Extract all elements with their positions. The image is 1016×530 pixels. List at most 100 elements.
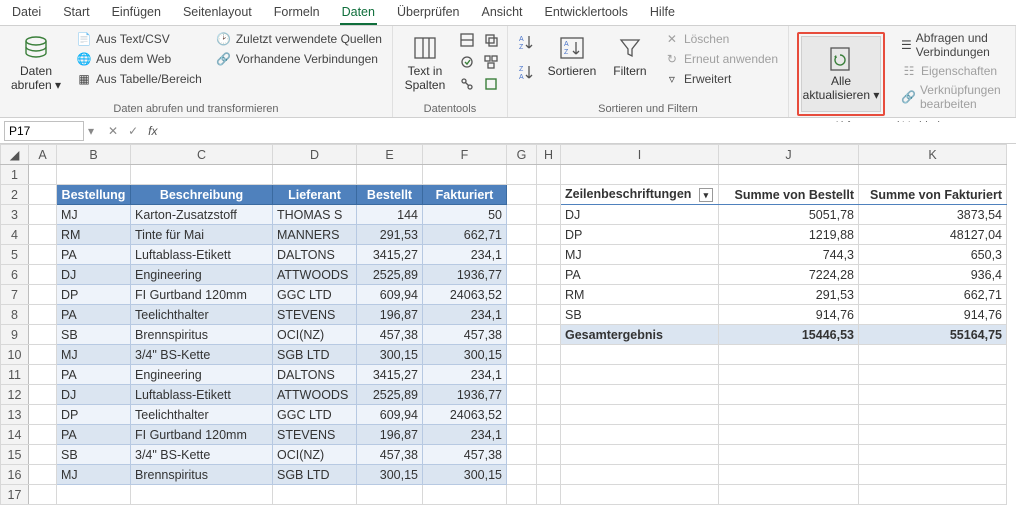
row-header-17[interactable]: 17 (1, 485, 29, 505)
cell-F11[interactable]: 234,1 (423, 365, 507, 385)
cell-K4[interactable]: 48127,04 (859, 225, 1007, 245)
row-header-10[interactable]: 10 (1, 345, 29, 365)
cell-E3[interactable]: 144 (357, 205, 423, 225)
cell-F6[interactable]: 1936,77 (423, 265, 507, 285)
cell-I16[interactable] (561, 465, 719, 485)
cell-K15[interactable] (859, 445, 1007, 465)
col-header-G[interactable]: G (507, 145, 537, 165)
col-header-K[interactable]: K (859, 145, 1007, 165)
cell-C13[interactable]: Teelichthalter (131, 405, 273, 425)
cell-A15[interactable] (29, 445, 57, 465)
cell-F16[interactable]: 300,15 (423, 465, 507, 485)
select-all-corner[interactable]: ◢ (1, 145, 29, 165)
cell-F3[interactable]: 50 (423, 205, 507, 225)
cell-D16[interactable]: SGB LTD (273, 465, 357, 485)
cell-C16[interactable]: Brennspiritus (131, 465, 273, 485)
col-header-H[interactable]: H (537, 145, 561, 165)
get-data-button[interactable]: Daten abrufen ▾ (6, 30, 66, 98)
cell-C2[interactable]: Beschreibung (131, 185, 273, 205)
formula-input[interactable] (167, 122, 1016, 140)
name-box-dropdown[interactable]: ▾ (84, 124, 98, 138)
cell-G2[interactable] (507, 185, 537, 205)
cell-G16[interactable] (507, 465, 537, 485)
cell-G9[interactable] (507, 325, 537, 345)
cell-K2[interactable]: Summe von Fakturiert (859, 185, 1007, 205)
cell-G1[interactable] (507, 165, 537, 185)
col-header-I[interactable]: I (561, 145, 719, 165)
cell-H7[interactable] (537, 285, 561, 305)
cell-A6[interactable] (29, 265, 57, 285)
text-to-columns-button[interactable]: Text in Spalten (399, 30, 451, 98)
cell-I8[interactable]: SB (561, 305, 719, 325)
cell-J9[interactable]: 15446,53 (719, 325, 859, 345)
cell-H10[interactable] (537, 345, 561, 365)
cell-H8[interactable] (537, 305, 561, 325)
cell-E11[interactable]: 3415,27 (357, 365, 423, 385)
row-header-16[interactable]: 16 (1, 465, 29, 485)
row-header-7[interactable]: 7 (1, 285, 29, 305)
from-textcsv-button[interactable]: 📄Aus Text/CSV (72, 30, 206, 48)
relationships-button[interactable] (457, 74, 477, 94)
cell-J11[interactable] (719, 365, 859, 385)
cell-J4[interactable]: 1219,88 (719, 225, 859, 245)
cell-K10[interactable] (859, 345, 1007, 365)
cell-E9[interactable]: 457,38 (357, 325, 423, 345)
cell-B9[interactable]: SB (57, 325, 131, 345)
cell-D15[interactable]: OCI(NZ) (273, 445, 357, 465)
cell-D14[interactable]: STEVENS (273, 425, 357, 445)
queries-connections-button[interactable]: ☰Abfragen und Verbindungen (897, 30, 1009, 60)
cell-B14[interactable]: PA (57, 425, 131, 445)
cell-E4[interactable]: 291,53 (357, 225, 423, 245)
cell-D17[interactable] (273, 485, 357, 505)
cell-C5[interactable]: Luftablass-Etikett (131, 245, 273, 265)
cell-J14[interactable] (719, 425, 859, 445)
cell-A13[interactable] (29, 405, 57, 425)
cell-H1[interactable] (537, 165, 561, 185)
cell-I11[interactable] (561, 365, 719, 385)
col-header-J[interactable]: J (719, 145, 859, 165)
cell-I1[interactable] (561, 165, 719, 185)
cell-C11[interactable]: Engineering (131, 365, 273, 385)
cell-E17[interactable] (357, 485, 423, 505)
cell-D5[interactable]: DALTONS (273, 245, 357, 265)
cell-D2[interactable]: Lieferant (273, 185, 357, 205)
cell-F8[interactable]: 234,1 (423, 305, 507, 325)
cell-J12[interactable] (719, 385, 859, 405)
cell-G13[interactable] (507, 405, 537, 425)
consolidate-button[interactable] (481, 52, 501, 72)
cell-D6[interactable]: ATTWOODS (273, 265, 357, 285)
cell-F2[interactable]: Fakturiert (423, 185, 507, 205)
cell-H4[interactable] (537, 225, 561, 245)
cell-K13[interactable] (859, 405, 1007, 425)
row-header-2[interactable]: 2 (1, 185, 29, 205)
cell-F4[interactable]: 662,71 (423, 225, 507, 245)
recent-sources-button[interactable]: 🕑Zuletzt verwendete Quellen (212, 30, 386, 48)
row-header-9[interactable]: 9 (1, 325, 29, 345)
tab-hilfe[interactable]: Hilfe (648, 3, 677, 25)
cell-I7[interactable]: RM (561, 285, 719, 305)
cell-K5[interactable]: 650,3 (859, 245, 1007, 265)
cell-J16[interactable] (719, 465, 859, 485)
cell-I15[interactable] (561, 445, 719, 465)
cell-H9[interactable] (537, 325, 561, 345)
cell-B4[interactable]: RM (57, 225, 131, 245)
cell-B2[interactable]: Bestellung (57, 185, 131, 205)
cell-K7[interactable]: 662,71 (859, 285, 1007, 305)
cell-F9[interactable]: 457,38 (423, 325, 507, 345)
cell-B1[interactable] (57, 165, 131, 185)
cell-F15[interactable]: 457,38 (423, 445, 507, 465)
row-header-11[interactable]: 11 (1, 365, 29, 385)
cell-D3[interactable]: THOMAS S (273, 205, 357, 225)
cell-H2[interactable] (537, 185, 561, 205)
cell-J13[interactable] (719, 405, 859, 425)
cell-G10[interactable] (507, 345, 537, 365)
cell-B16[interactable]: MJ (57, 465, 131, 485)
cell-C4[interactable]: Tinte für Mai (131, 225, 273, 245)
sort-dialog-button[interactable]: AZ Sortieren (544, 30, 600, 98)
cell-G15[interactable] (507, 445, 537, 465)
tab-daten[interactable]: Daten (340, 3, 377, 25)
cell-J1[interactable] (719, 165, 859, 185)
cell-E2[interactable]: Bestellt (357, 185, 423, 205)
row-header-15[interactable]: 15 (1, 445, 29, 465)
cell-C15[interactable]: 3/4" BS-Kette (131, 445, 273, 465)
